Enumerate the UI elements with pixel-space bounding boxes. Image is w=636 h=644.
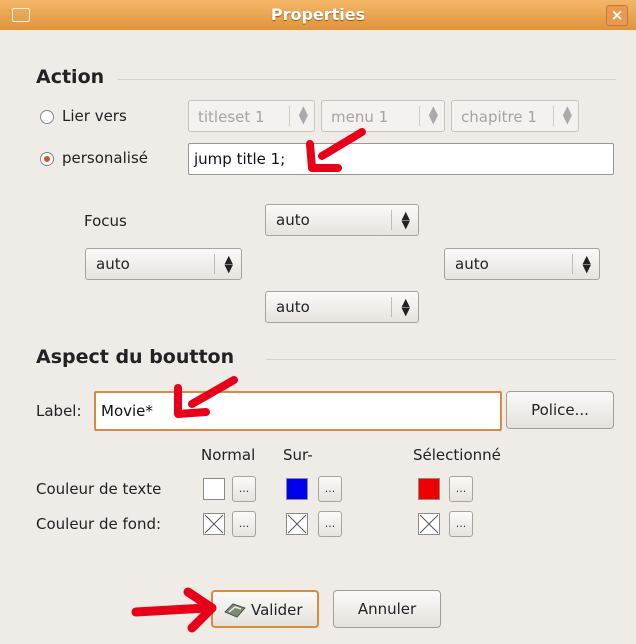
focus-up-value: auto (276, 211, 310, 229)
chapter-spinner-value: chapitre 1 (461, 108, 537, 126)
annotation-arrow-icon (174, 376, 238, 418)
link-to-label: Lier vers (62, 107, 127, 125)
text-color-normal-button[interactable]: ... (232, 476, 256, 502)
label-caption: Label: (36, 402, 82, 420)
custom-command-input[interactable]: jump title 1; (188, 143, 614, 175)
focus-label: Focus (84, 212, 127, 230)
text-color-selected-button[interactable]: ... (449, 476, 473, 502)
spinner-arrows-icon: ▲ ▼ (428, 103, 438, 126)
combo-arrows-icon: ▲ ▼ (401, 296, 410, 318)
button-label-input[interactable]: Movie* (94, 391, 502, 431)
no-color-icon (286, 513, 308, 535)
combo-arrows-icon: ▲ ▼ (401, 209, 410, 231)
validate-label: Valider (251, 601, 303, 619)
titleset-spinner-value: titleset 1 (198, 108, 265, 126)
custom-command-value: jump title 1; (194, 150, 286, 168)
aspect-heading: Aspect du boutton (36, 346, 235, 368)
combo-arrows-icon: ▲ ▼ (582, 253, 591, 275)
text-color-over-swatch (286, 478, 308, 500)
button-label-value: Movie* (101, 402, 153, 420)
titleset-spinner: titleset 1 ▲ ▼ (188, 100, 315, 132)
background-color-label: Couleur de fond: (36, 515, 162, 533)
no-color-icon (418, 513, 440, 535)
column-selected: Sélectionné (413, 446, 501, 464)
focus-right-value: auto (455, 255, 489, 273)
background-color-normal-button[interactable]: ... (232, 511, 256, 537)
focus-up-combo[interactable]: auto ▲ ▼ (265, 204, 419, 236)
spinner-arrows-icon: ▲ ▼ (298, 103, 308, 126)
link-to-radio[interactable] (40, 110, 54, 124)
window-title: Properties (270, 5, 366, 24)
focus-right-combo[interactable]: auto ▲ ▼ (444, 248, 600, 280)
text-color-normal-swatch (203, 478, 225, 500)
annotation-arrow-icon (131, 587, 217, 633)
background-color-over-button[interactable]: ... (318, 511, 342, 537)
text-color-over-button[interactable]: ... (318, 476, 342, 502)
focus-left-value: auto (96, 255, 130, 273)
action-heading: Action (36, 66, 105, 88)
column-over: Sur- (283, 446, 313, 464)
custom-label: personalisé (62, 149, 148, 167)
close-button[interactable]: × (606, 5, 628, 26)
cancel-button[interactable]: Annuler (333, 590, 441, 628)
focus-left-combo[interactable]: auto ▲ ▼ (85, 248, 242, 280)
focus-down-combo[interactable]: auto ▲ ▼ (265, 291, 419, 323)
focus-down-value: auto (276, 298, 310, 316)
apply-icon (224, 603, 246, 618)
spinner-arrows-icon: ▲ ▼ (562, 103, 572, 126)
text-color-selected-swatch (418, 478, 440, 500)
annotation-arrow-icon (306, 128, 366, 172)
no-color-icon (203, 513, 225, 535)
column-normal: Normal (201, 446, 256, 464)
custom-radio[interactable] (40, 152, 54, 166)
menu-spinner-value: menu 1 (331, 108, 389, 126)
font-button[interactable]: Police... (506, 391, 614, 429)
validate-button[interactable]: Valider (211, 590, 319, 628)
combo-arrows-icon: ▲ ▼ (224, 253, 233, 275)
action-divider (118, 79, 616, 80)
text-color-label: Couleur de texte (36, 480, 162, 498)
chapter-spinner: chapitre 1 ▲ ▼ (451, 100, 579, 132)
aspect-divider (266, 359, 616, 360)
background-color-selected-button[interactable]: ... (449, 511, 473, 537)
title-bar: Properties × (0, 0, 636, 30)
